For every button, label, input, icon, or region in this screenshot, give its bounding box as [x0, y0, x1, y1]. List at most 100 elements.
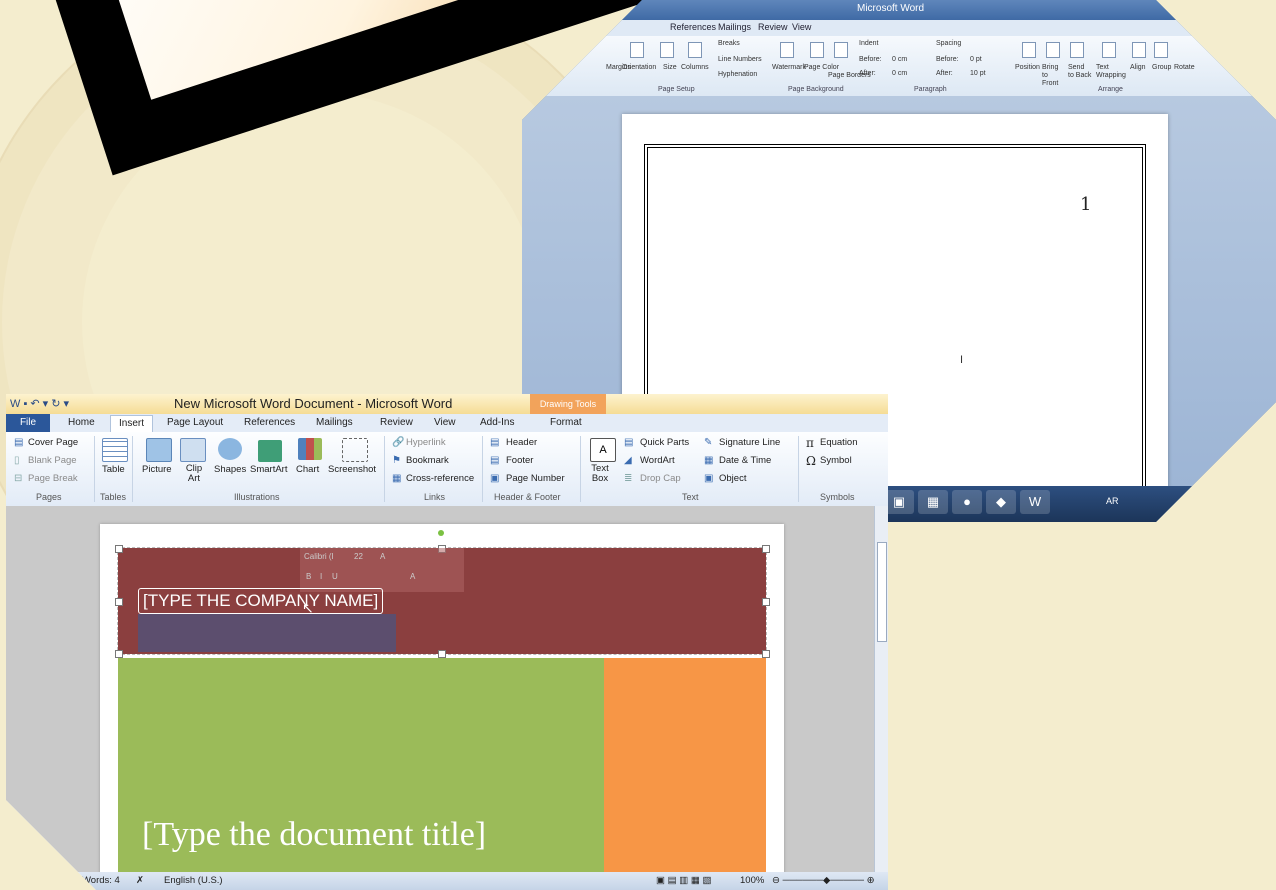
resize-handle[interactable]	[762, 598, 770, 606]
mini-font-field[interactable]: Calibri (I	[304, 552, 334, 561]
text-wrapping-button[interactable]: Text Wrapping	[1096, 64, 1126, 80]
tab-page-layout[interactable]: Page Layout	[167, 417, 223, 428]
page-background-group-label: Page Background	[788, 86, 844, 93]
text-box-button[interactable]: Text Box	[590, 464, 610, 484]
group-button[interactable]: Group	[1152, 64, 1171, 71]
hyperlink-button[interactable]: Hyperlink	[406, 437, 446, 448]
page-number-button[interactable]: Page Number	[506, 473, 565, 484]
scrollbar-thumb[interactable]	[877, 542, 887, 642]
bookmark-button[interactable]: Bookmark	[406, 455, 449, 466]
resize-handle[interactable]	[438, 650, 446, 658]
taskbar-media-button[interactable]: ▦	[918, 490, 948, 514]
date-time-button[interactable]: Date & Time	[719, 455, 771, 466]
language-status[interactable]: English (U.S.)	[164, 875, 223, 886]
hyphenation-button[interactable]: Hyphenation	[718, 71, 757, 78]
clip-art-button[interactable]: Clip Art	[184, 464, 204, 484]
font-color-icon[interactable]: A	[410, 572, 415, 581]
watermark-button[interactable]: Watermark	[772, 64, 806, 71]
equation-button[interactable]: Equation	[820, 437, 858, 448]
tab-home[interactable]: Home	[68, 417, 95, 428]
taskbar-explorer-button[interactable]: ▣	[884, 490, 914, 514]
resize-handle[interactable]	[115, 598, 123, 606]
align-button[interactable]: Align	[1130, 64, 1146, 71]
shapes-icon	[218, 438, 242, 460]
spacing-after-field[interactable]: 10 pt	[970, 70, 986, 77]
resize-handle[interactable]	[115, 545, 123, 553]
company-name-field[interactable]: [TYPE THE COMPANY NAME]	[138, 588, 384, 614]
back-tab-review[interactable]: Review	[758, 22, 788, 32]
send-to-back-button[interactable]: Send to Back	[1068, 64, 1092, 80]
firefox-icon: ●	[963, 494, 971, 509]
screenshot-button[interactable]: Screenshot	[328, 464, 376, 475]
indent-after-field[interactable]: 0 cm	[892, 70, 907, 77]
accent-orange-block	[604, 658, 766, 890]
zoom-level[interactable]: 100%	[740, 875, 764, 886]
tab-file[interactable]: File	[6, 414, 50, 432]
position-button[interactable]: Position	[1015, 64, 1040, 71]
tab-mailings[interactable]: Mailings	[316, 417, 353, 428]
line-numbers-button[interactable]: Line Numbers	[718, 56, 762, 63]
mini-italic-button[interactable]: I	[320, 572, 322, 581]
drop-cap-button[interactable]: Drop Cap	[640, 473, 681, 484]
word-count[interactable]: Words: 4	[82, 875, 120, 886]
page-color-button[interactable]: Page Color	[804, 64, 839, 71]
tab-add-ins[interactable]: Add-Ins	[480, 417, 514, 428]
tab-view[interactable]: View	[434, 417, 456, 428]
page-break-button[interactable]: Page Break	[28, 473, 78, 484]
grow-font-icon[interactable]: A	[380, 552, 385, 561]
object-button[interactable]: Object	[719, 473, 746, 484]
proofing-icon[interactable]: ✗	[136, 875, 144, 886]
tab-review[interactable]: Review	[380, 417, 413, 428]
zoom-slider[interactable]: ⊖ ──────◆───── ⊕	[772, 875, 875, 886]
tab-references[interactable]: References	[244, 417, 295, 428]
back-tab-mailings[interactable]: Mailings	[718, 22, 751, 32]
quick-parts-button[interactable]: Quick Parts	[640, 437, 689, 448]
rotation-handle[interactable]	[438, 530, 444, 536]
table-button[interactable]: Table	[102, 464, 125, 475]
back-tab-references[interactable]: References	[670, 22, 716, 32]
orientation-button[interactable]: Orientation	[622, 64, 656, 71]
mini-underline-button[interactable]: U	[332, 572, 338, 581]
language-indicator[interactable]: AR	[1106, 496, 1119, 506]
tab-format[interactable]: Format	[550, 417, 582, 428]
chart-button[interactable]: Chart	[296, 464, 319, 475]
back-tab-view[interactable]: View	[792, 22, 811, 32]
mini-size-field[interactable]: 22	[354, 552, 363, 561]
vertical-scrollbar[interactable]	[874, 506, 888, 872]
cross-reference-button[interactable]: Cross-reference	[406, 473, 474, 484]
resize-handle[interactable]	[762, 650, 770, 658]
resize-handle[interactable]	[762, 545, 770, 553]
spacing-before-field[interactable]: 0 pt	[970, 56, 982, 63]
size-button[interactable]: Size	[663, 64, 677, 71]
resize-handle[interactable]	[115, 650, 123, 658]
mini-bold-button[interactable]: B	[306, 572, 311, 581]
header-footer-group-label: Header & Footer	[494, 492, 561, 502]
signature-line-button[interactable]: Signature Line	[719, 437, 780, 448]
back-ribbon: Margins Orientation Size Columns Breaks …	[522, 36, 1276, 97]
document-title-field[interactable]: [Type the document title]	[142, 814, 592, 856]
rotate-button[interactable]: Rotate	[1174, 64, 1195, 71]
company-banner-shape[interactable]: Calibri (I 22 B I U A A [TYPE THE COMPAN…	[115, 530, 770, 658]
taskbar-word-button[interactable]: W	[1020, 490, 1050, 514]
picture-button[interactable]: Picture	[142, 464, 172, 475]
tab-insert[interactable]: Insert	[110, 415, 154, 432]
columns-button[interactable]: Columns	[681, 64, 709, 71]
quick-access-toolbar[interactable]: W ▪ ↶ ▾ ↻ ▾	[10, 397, 69, 410]
breaks-button[interactable]: Breaks	[718, 40, 740, 47]
footer-button[interactable]: Footer	[506, 455, 533, 466]
bring-to-front-button[interactable]: Bring to Front	[1042, 64, 1066, 88]
app-icon: ◆	[996, 494, 1006, 509]
smartart-button[interactable]: SmartArt	[250, 464, 287, 475]
header-button[interactable]: Header	[506, 437, 537, 448]
page-borders-icon	[834, 42, 848, 58]
taskbar-firefox-button[interactable]: ●	[952, 490, 982, 514]
shapes-button[interactable]: Shapes	[214, 464, 246, 475]
symbol-button[interactable]: Symbol	[820, 455, 852, 466]
cover-page-button[interactable]: Cover Page	[28, 437, 78, 448]
view-buttons[interactable]: ▣ ▤ ▥ ▦ ▧	[656, 875, 711, 886]
indent-before-field[interactable]: 0 cm	[892, 56, 907, 63]
mini-format-toolbar[interactable]: Calibri (I 22 B I U A A	[300, 548, 464, 592]
wordart-button[interactable]: WordArt	[640, 455, 675, 466]
taskbar-app-button[interactable]: ◆	[986, 490, 1016, 514]
blank-page-button[interactable]: Blank Page	[28, 455, 77, 466]
